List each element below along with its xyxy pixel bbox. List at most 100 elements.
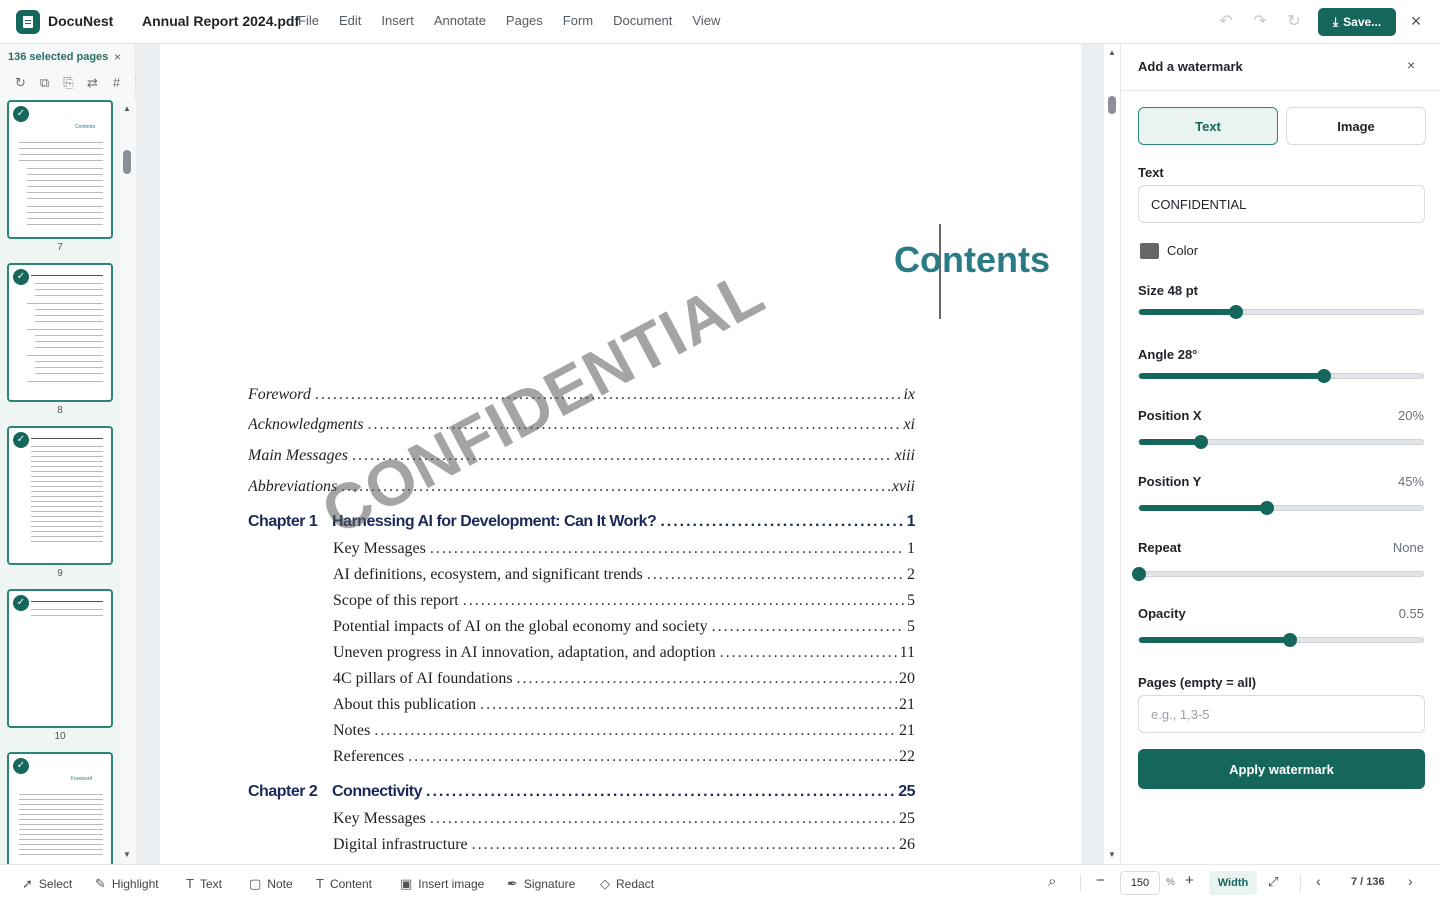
- menu-pages[interactable]: Pages: [506, 13, 543, 28]
- previous-page-icon[interactable]: ‹: [1316, 873, 1321, 889]
- toc-entry[interactable]: Abbreviationsxvii: [248, 478, 915, 496]
- toc-entry[interactable]: Key Messages1: [333, 540, 915, 558]
- scroll-up-icon[interactable]: ▲: [1108, 48, 1116, 57]
- zoom-unit: %: [1166, 877, 1175, 888]
- watermark-panel: Add a watermark × Text Image Text CONFID…: [1120, 44, 1440, 864]
- position-x-slider[interactable]: [1138, 435, 1424, 449]
- tab-image[interactable]: Image: [1286, 107, 1426, 145]
- toc-chapter[interactable]: Chapter 2 Connectivity25: [248, 783, 915, 801]
- thumbnail-list: ✓ Contents 7 ✓ 8 ✓ 9 ✓ 10 ✓ Foreword: [0, 100, 120, 864]
- zoom-in-icon[interactable]: +: [1185, 872, 1194, 889]
- position-y-label: Position Y: [1138, 474, 1202, 489]
- watermark-text-input[interactable]: CONFIDENTIAL: [1138, 185, 1425, 223]
- slider-knob[interactable]: [1259, 501, 1274, 515]
- slider-knob[interactable]: [1132, 567, 1146, 581]
- menu-view[interactable]: View: [692, 13, 720, 28]
- text-icon: T: [186, 876, 194, 891]
- menu-annotate[interactable]: Annotate: [434, 13, 486, 28]
- toc-chapter[interactable]: Chapter 1 Harnessing AI for Development:…: [248, 513, 915, 531]
- close-icon[interactable]: ×: [1406, 11, 1426, 31]
- tool-select[interactable]: ➚ Select: [22, 876, 72, 892]
- page-thumbnail-9[interactable]: ✓: [7, 426, 113, 565]
- search-icon[interactable]: ⌕: [1048, 873, 1056, 890]
- save-button[interactable]: ⤓ Save...: [1318, 8, 1396, 36]
- menu-edit[interactable]: Edit: [339, 13, 361, 28]
- page-thumbnail-7[interactable]: ✓ Contents: [7, 100, 113, 239]
- tool-insert-image[interactable]: ▣ Insert image: [400, 876, 484, 892]
- toc-entry[interactable]: References22: [333, 748, 915, 766]
- duplicate-icon[interactable]: ⧉: [36, 74, 53, 91]
- toc-entry[interactable]: Main Messagesxiii: [248, 447, 915, 465]
- scroll-down-icon[interactable]: ▼: [123, 850, 131, 859]
- slider-knob[interactable]: [1194, 435, 1209, 449]
- color-swatch[interactable]: [1140, 243, 1159, 259]
- tab-text[interactable]: Text: [1138, 107, 1278, 145]
- selected-pages-count: 136 selected pages: [8, 51, 109, 63]
- page-thumbnail-10[interactable]: ✓: [7, 589, 113, 728]
- slider-knob[interactable]: [1228, 305, 1243, 319]
- position-x-value: 20%: [1397, 408, 1424, 423]
- refresh-icon[interactable]: ↻: [1284, 12, 1304, 32]
- size-slider[interactable]: [1138, 305, 1424, 319]
- close-icon[interactable]: ×: [1407, 57, 1415, 73]
- toc-entry[interactable]: Uneven progress in AI innovation, adapta…: [333, 644, 915, 662]
- toc-entry[interactable]: Potential impacts of AI on the global ec…: [333, 618, 915, 636]
- position-y-slider[interactable]: [1138, 501, 1424, 515]
- zoom-out-icon[interactable]: −: [1096, 872, 1105, 889]
- clear-selection-icon[interactable]: ×: [114, 50, 121, 64]
- image-icon: ▣: [400, 876, 413, 891]
- toc-entry[interactable]: Key Messages25: [333, 810, 915, 828]
- toc-entry[interactable]: 4C pillars of AI foundations20: [333, 670, 915, 688]
- thumbnail-scrollbar[interactable]: ▲ ▼: [120, 100, 136, 864]
- menu-form[interactable]: Form: [563, 13, 593, 28]
- crop-icon[interactable]: #: [108, 74, 125, 91]
- menu-document[interactable]: Document: [613, 13, 672, 28]
- extract-icon[interactable]: ⎘: [60, 74, 77, 91]
- tool-note[interactable]: ▢ Note: [249, 876, 293, 892]
- checkmark-icon: ✓: [13, 595, 29, 611]
- menu-insert[interactable]: Insert: [381, 13, 414, 28]
- angle-slider[interactable]: [1138, 369, 1424, 383]
- angle-label: Angle 28°: [1138, 347, 1198, 362]
- scrollbar-thumb[interactable]: [123, 150, 131, 174]
- repeat-slider[interactable]: [1132, 567, 1424, 581]
- page-thumbnail-8[interactable]: ✓: [7, 263, 113, 402]
- position-y-value: 45%: [1397, 474, 1424, 489]
- slider-knob[interactable]: [1282, 633, 1297, 647]
- page-thumbnail-11[interactable]: ✓ Foreword: [7, 752, 113, 864]
- toc-entry[interactable]: Notes21: [333, 722, 915, 740]
- toc-entry[interactable]: Scope of this report5: [333, 592, 915, 610]
- tool-signature[interactable]: ✒ Signature: [507, 876, 575, 892]
- toc-entry[interactable]: About this publication21: [333, 696, 915, 714]
- slider-knob[interactable]: [1316, 369, 1331, 383]
- zoom-input[interactable]: 150: [1120, 871, 1160, 895]
- apply-watermark-button[interactable]: Apply watermark: [1138, 749, 1425, 789]
- pen-icon: ✒: [507, 876, 518, 891]
- toc-entry[interactable]: AI definitions, ecosystem, and significa…: [333, 566, 915, 584]
- scroll-up-icon[interactable]: ▲: [123, 104, 131, 113]
- position-x-label: Position X: [1138, 408, 1202, 423]
- document-scrollbar[interactable]: ▲ ▼: [1104, 44, 1120, 864]
- tool-redact[interactable]: ◇ Redact: [600, 876, 654, 892]
- undo-icon[interactable]: ↶: [1216, 12, 1236, 32]
- menu-file[interactable]: File: [298, 13, 319, 28]
- thumbnail-page-number: 10: [54, 731, 66, 742]
- redo-icon[interactable]: ↷: [1250, 12, 1270, 32]
- scrollbar-thumb[interactable]: [1108, 96, 1116, 114]
- scroll-down-icon[interactable]: ▼: [1108, 850, 1116, 859]
- opacity-slider[interactable]: [1138, 633, 1424, 647]
- pages-input[interactable]: e.g., 1,3-5: [1138, 695, 1425, 733]
- thumbnail-header: Contents: [75, 124, 96, 130]
- next-page-icon[interactable]: ›: [1408, 873, 1413, 889]
- tool-text[interactable]: T Text: [186, 876, 222, 891]
- fullscreen-icon[interactable]: ⤢: [1268, 874, 1278, 890]
- tool-content[interactable]: T Content: [316, 876, 372, 891]
- toc-entry[interactable]: Forewordix: [248, 386, 915, 404]
- fit-width-button[interactable]: Width: [1209, 871, 1257, 895]
- tool-highlight[interactable]: ✎ Highlight: [95, 876, 159, 892]
- replace-icon[interactable]: ⇄: [84, 74, 101, 91]
- checkmark-icon: ✓: [13, 106, 29, 122]
- toc-entry[interactable]: Digital infrastructure26: [333, 836, 915, 854]
- rotate-icon[interactable]: ↻: [12, 74, 29, 91]
- toc-entry[interactable]: Acknowledgmentsxi: [248, 416, 915, 434]
